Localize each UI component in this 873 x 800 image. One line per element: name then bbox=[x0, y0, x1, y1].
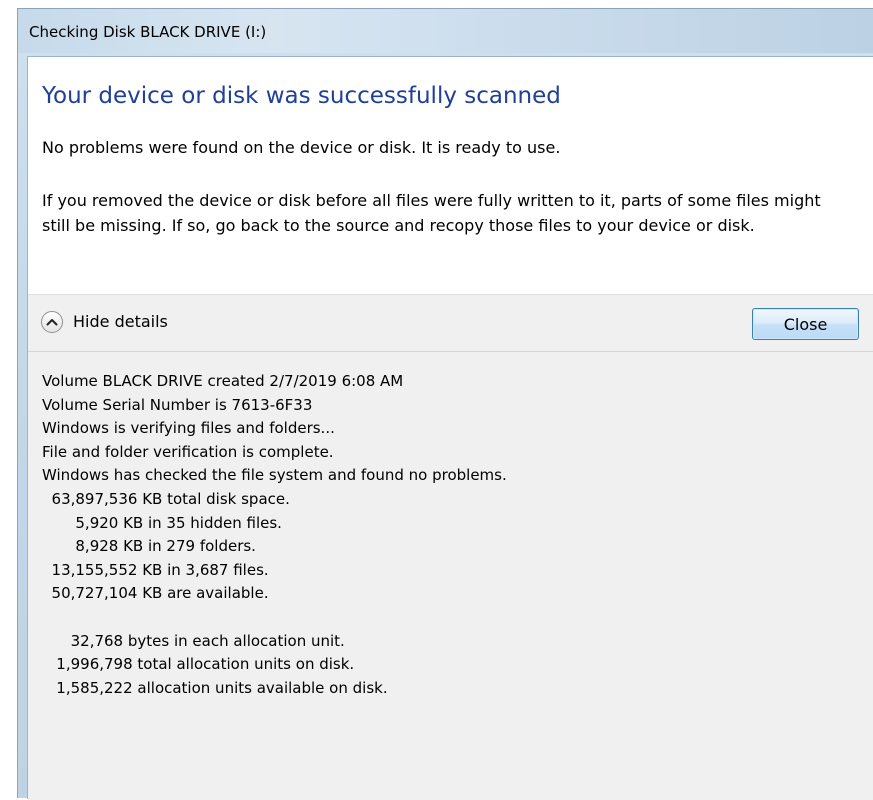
log-line: 8,928 KB in 279 folders. bbox=[42, 537, 256, 556]
scan-log: Volume BLACK DRIVE created 2/7/2019 6:08… bbox=[42, 370, 507, 700]
log-line: 63,897,536 KB total disk space. bbox=[42, 489, 290, 508]
window-title: Checking Disk BLACK DRIVE (I:) bbox=[29, 23, 267, 41]
hide-details-link[interactable]: Hide details bbox=[73, 312, 168, 331]
log-line: 13,155,552 KB in 3,687 files. bbox=[42, 560, 269, 579]
desktop: Checking Disk BLACK DRIVE (I:) Your devi… bbox=[0, 0, 873, 800]
check-disk-dialog: Checking Disk BLACK DRIVE (I:) Your devi… bbox=[17, 8, 873, 800]
status-message: No problems were found on the device or … bbox=[42, 138, 561, 157]
log-line: 32,768 bytes in each allocation unit. bbox=[42, 631, 345, 650]
title-bar[interactable]: Checking Disk BLACK DRIVE (I:) bbox=[18, 9, 873, 53]
log-line: Windows is verifying files and folders..… bbox=[42, 419, 335, 438]
warning-message: If you removed the device or disk before… bbox=[42, 191, 821, 235]
log-line: 1,996,798 total allocation units on disk… bbox=[42, 655, 355, 674]
log-line: 50,727,104 KB are available. bbox=[42, 584, 269, 603]
main-instruction: Your device or disk was successfully sca… bbox=[42, 83, 561, 109]
close-button[interactable]: Close bbox=[752, 308, 859, 340]
chevron-up-icon[interactable] bbox=[41, 311, 63, 333]
command-area: Hide details Close bbox=[28, 294, 873, 351]
log-line: Volume Serial Number is 7613-6F33 bbox=[42, 395, 313, 414]
log-line: 1,585,222 allocation units available on … bbox=[42, 678, 388, 697]
details-panel: Volume BLACK DRIVE created 2/7/2019 6:08… bbox=[28, 351, 873, 800]
log-line: File and folder verification is complete… bbox=[42, 442, 334, 461]
log-line: 5,920 KB in 35 hidden files. bbox=[42, 513, 282, 532]
log-line: Windows has checked the file system and … bbox=[42, 466, 507, 485]
log-line: Volume BLACK DRIVE created 2/7/2019 6:08… bbox=[42, 372, 404, 390]
dialog-content: Your device or disk was successfully sca… bbox=[27, 56, 873, 800]
